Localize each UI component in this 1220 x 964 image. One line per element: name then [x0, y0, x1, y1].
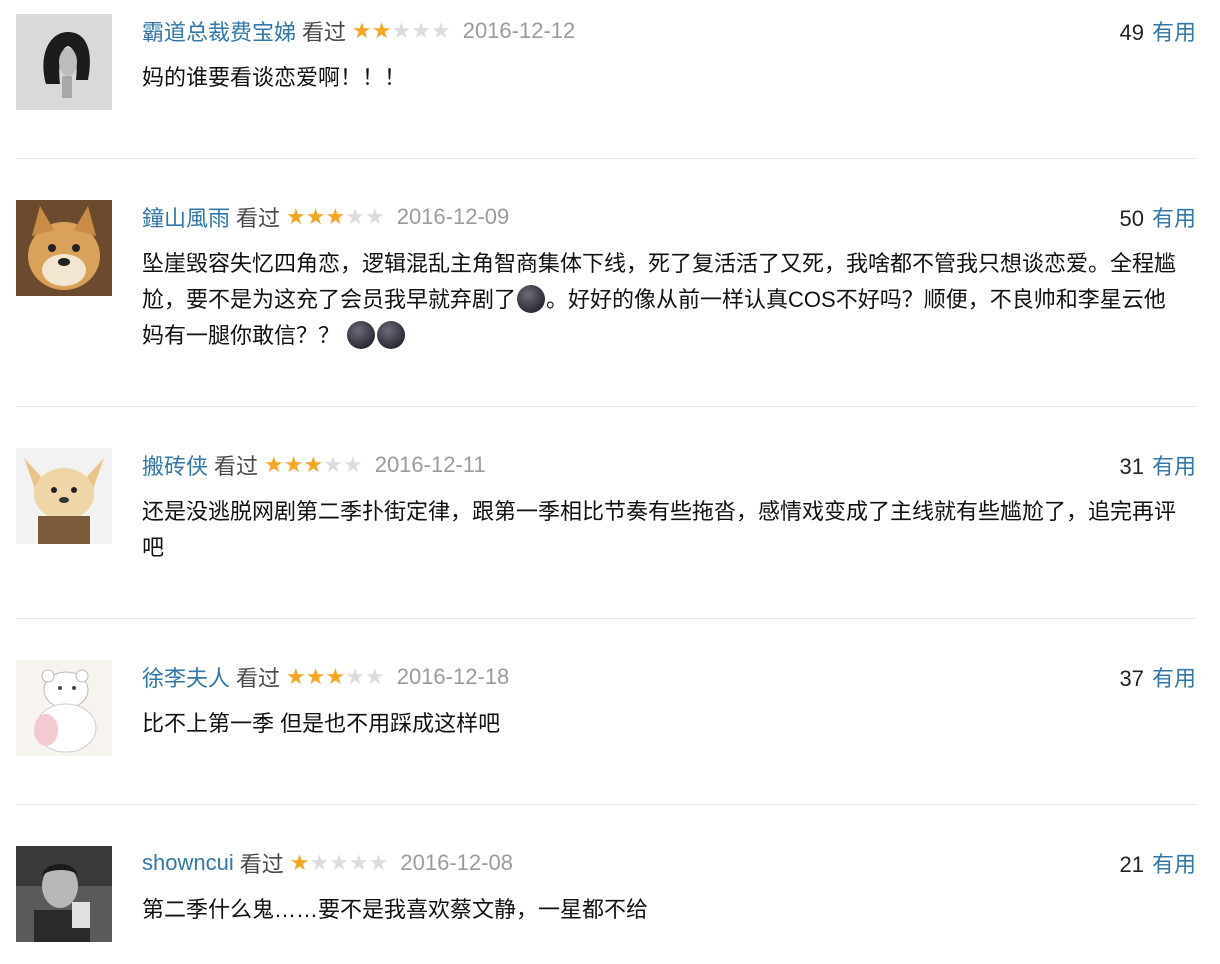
- watch-status: 看过: [302, 20, 347, 45]
- shiba-dog-avatar[interactable]: [16, 200, 112, 296]
- username-link[interactable]: 搬砖侠: [142, 449, 208, 481]
- star-empty-icon: ★: [411, 18, 431, 43]
- cartoon-dog-costume-avatar[interactable]: [16, 448, 112, 544]
- comment-date: 2016-12-12: [462, 18, 576, 43]
- star-empty-icon: ★: [345, 204, 365, 229]
- star-rating: ★ ★ ★ ★ ★: [286, 666, 385, 688]
- star-filled-icon: ★: [371, 18, 392, 43]
- watch-status: 看过: [236, 666, 281, 691]
- vote-count: 49: [1119, 20, 1144, 45]
- star-empty-icon: ★: [391, 18, 412, 43]
- star-rating: ★ ★ ★ ★ ★: [352, 20, 451, 42]
- useful-button[interactable]: 有用: [1152, 666, 1196, 691]
- star-filled-icon: ★: [286, 664, 306, 689]
- username-link[interactable]: 鐘山風雨: [142, 201, 230, 233]
- star-filled-icon: ★: [286, 204, 306, 229]
- comment-header: 鐘山風雨 看过 ★ ★ ★ ★ ★ 2016-12-09 50 有用: [142, 200, 1196, 234]
- vote-count: 37: [1119, 666, 1144, 691]
- votes-area: 37 有用: [1120, 661, 1197, 693]
- username-link[interactable]: 徐李夫人: [142, 661, 230, 693]
- bob-haircut-portrait-avatar[interactable]: [16, 14, 112, 110]
- comment-text: 第二季什么鬼……要不是我喜欢蔡文静，一星都不给: [142, 897, 649, 922]
- vote-count: 31: [1119, 454, 1144, 479]
- comment-date: 2016-12-08: [400, 850, 513, 875]
- star-empty-icon: ★: [368, 850, 389, 875]
- useful-button[interactable]: 有用: [1152, 852, 1196, 877]
- comment-text: 妈的谁要看谈恋爱啊！！！: [142, 65, 407, 90]
- new-moon-face-emoji-icon: [517, 285, 546, 313]
- votes-area: 31 有用: [1120, 449, 1197, 481]
- star-filled-icon: ★: [305, 664, 326, 689]
- star-empty-icon: ★: [364, 204, 385, 229]
- star-empty-icon: ★: [329, 850, 349, 875]
- star-filled-icon: ★: [305, 204, 326, 229]
- new-moon-face-emoji-icon: [347, 321, 376, 349]
- username-link[interactable]: 霸道总裁费宝娣: [142, 15, 296, 47]
- comment-body: 徐李夫人 看过 ★ ★ ★ ★ ★ 2016-12-18 37 有用 比不上第一季 但是也…: [142, 660, 1196, 742]
- star-empty-icon: ★: [364, 664, 385, 689]
- star-rating: ★ ★ ★ ★ ★: [286, 206, 385, 228]
- votes-area: 50 有用: [1120, 201, 1197, 233]
- comment-body: showncui 看过 ★ ★ ★ ★ ★ 2016-12-08 21 有用 第二季什么鬼…: [142, 846, 1196, 928]
- useful-button[interactable]: 有用: [1152, 20, 1196, 45]
- votes-area: 21 有用: [1120, 847, 1197, 879]
- comment-date: 2016-12-09: [396, 204, 510, 229]
- star-filled-icon: ★: [289, 850, 310, 875]
- comment-body: 鐘山風雨 看过 ★ ★ ★ ★ ★ 2016-12-09 50 有用 坠崖毁容失忆四角恋，…: [142, 200, 1196, 354]
- vote-count: 50: [1119, 206, 1144, 231]
- star-filled-icon: ★: [325, 204, 346, 229]
- divider: [16, 618, 1196, 619]
- star-filled-icon: ★: [264, 452, 284, 477]
- comment-text: 还是没逃脱网剧第二季扑街定律，跟第一季相比节奏有些拖沓，感情戏变成了主线就有些尴…: [142, 499, 1177, 560]
- star-empty-icon: ★: [345, 664, 365, 689]
- watch-status: 看过: [236, 206, 281, 231]
- bear-sketch-avatar[interactable]: [16, 660, 112, 756]
- divider: [16, 804, 1196, 805]
- star-empty-icon: ★: [348, 850, 369, 875]
- star-filled-icon: ★: [325, 664, 346, 689]
- useful-button[interactable]: 有用: [1152, 454, 1196, 479]
- votes-area: 49 有用: [1120, 15, 1197, 47]
- comment-header: showncui 看过 ★ ★ ★ ★ ★ 2016-12-08 21 有用: [142, 846, 1196, 880]
- star-filled-icon: ★: [283, 452, 304, 477]
- comment-date: 2016-12-18: [396, 664, 510, 689]
- star-rating: ★ ★ ★ ★ ★: [264, 454, 363, 476]
- watch-status: 看过: [239, 852, 284, 877]
- watch-status: 看过: [214, 454, 259, 479]
- comment-header: 徐李夫人 看过 ★ ★ ★ ★ ★ 2016-12-18 37 有用: [142, 660, 1196, 694]
- star-empty-icon: ★: [309, 850, 330, 875]
- comment-text: 坠崖毁容失忆四角恋，逻辑混乱主角智商集体下线，死了复活活了又死，我啥都不管我只想…: [142, 246, 1182, 354]
- divider: [16, 158, 1196, 159]
- comment-text: 比不上第一季 但是也不用踩成这样吧: [142, 711, 501, 736]
- comment-date: 2016-12-11: [374, 452, 486, 477]
- divider: [16, 406, 1196, 407]
- useful-button[interactable]: 有用: [1152, 206, 1196, 231]
- comment-body: 霸道总裁费宝娣 看过 ★ ★ ★ ★ ★ 2016-12-12 49 有用 妈的谁要看谈恋…: [142, 14, 1196, 96]
- star-filled-icon: ★: [303, 452, 324, 477]
- vote-count: 21: [1119, 852, 1144, 877]
- star-empty-icon: ★: [342, 452, 363, 477]
- star-rating: ★ ★ ★ ★ ★: [290, 852, 389, 874]
- comment-body: 搬砖侠 看过 ★ ★ ★ ★ ★ 2016-12-11 31 有用 还是没逃脱网剧第二季扑…: [142, 448, 1196, 566]
- bw-photo-person-avatar[interactable]: [16, 846, 112, 942]
- comment-header: 霸道总裁费宝娣 看过 ★ ★ ★ ★ ★ 2016-12-12 49 有用: [142, 14, 1196, 48]
- username-link[interactable]: showncui: [142, 850, 234, 876]
- star-empty-icon: ★: [323, 452, 343, 477]
- star-filled-icon: ★: [352, 18, 372, 43]
- new-moon-face-emoji-icon: [377, 321, 406, 349]
- comment-header: 搬砖侠 看过 ★ ★ ★ ★ ★ 2016-12-11 31 有用: [142, 448, 1196, 482]
- star-empty-icon: ★: [430, 18, 451, 43]
